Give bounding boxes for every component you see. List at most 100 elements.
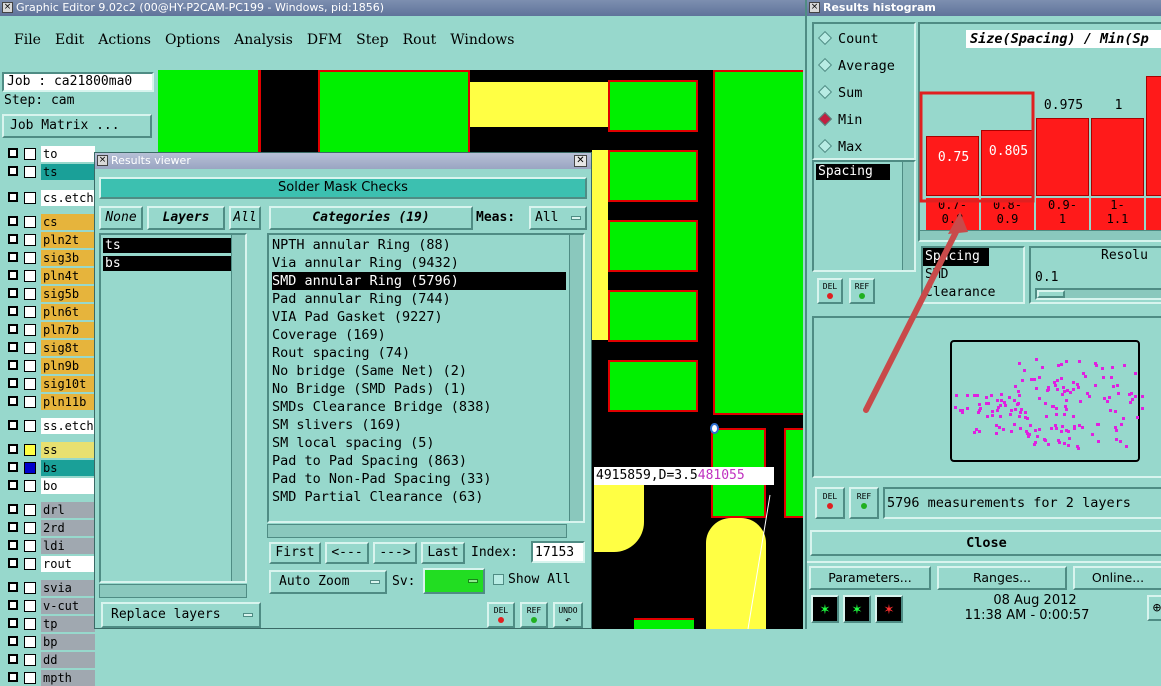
category-item[interactable]: No Bridge (SMD Pads) (1) xyxy=(272,380,467,398)
layer-name[interactable]: sig8t xyxy=(41,340,95,356)
option-sum[interactable]: Sum xyxy=(817,84,862,102)
layer-name[interactable]: sig3b xyxy=(41,250,95,266)
layer-name[interactable]: bs xyxy=(41,460,95,476)
layer-color-swatch[interactable] xyxy=(24,360,36,372)
layer-checkbox[interactable] xyxy=(8,148,18,158)
vertical-scrollbar[interactable] xyxy=(569,235,583,521)
run-all-icon[interactable]: ✶ xyxy=(843,595,871,623)
layer-checkbox[interactable] xyxy=(8,672,18,682)
resolution-slider[interactable] xyxy=(1035,288,1161,300)
layer-color-swatch[interactable] xyxy=(24,444,36,456)
category-item[interactable]: Via annular Ring (9432) xyxy=(272,254,459,272)
layer-color-swatch[interactable] xyxy=(24,216,36,228)
layer-name[interactable]: svia xyxy=(41,580,95,596)
layer-name[interactable]: mpth xyxy=(41,670,95,686)
layer-checkbox[interactable] xyxy=(8,636,18,646)
layer-color-swatch[interactable] xyxy=(24,672,36,684)
layer-color-swatch[interactable] xyxy=(24,654,36,666)
del-button[interactable]: DEL xyxy=(487,602,515,628)
slider-handle[interactable] xyxy=(1037,290,1065,298)
layer-checkbox[interactable] xyxy=(8,582,18,592)
layer-name[interactable]: pln2t xyxy=(41,232,95,248)
ref-button[interactable]: REF xyxy=(849,278,875,304)
layer-color-swatch[interactable] xyxy=(24,480,36,492)
category-item[interactable]: Pad to Pad Spacing (863) xyxy=(272,452,467,470)
option-min[interactable]: Min xyxy=(817,111,862,129)
layer-checkbox[interactable] xyxy=(8,166,18,176)
layer-checkbox[interactable] xyxy=(8,234,18,244)
layer-color-swatch[interactable] xyxy=(24,618,36,630)
layer-checkbox[interactable] xyxy=(8,540,18,550)
vertical-scrollbar[interactable] xyxy=(231,235,245,581)
layer-checkbox[interactable] xyxy=(8,306,18,316)
layer-name[interactable]: ss.etch xyxy=(41,418,95,434)
layer-color-swatch[interactable] xyxy=(24,288,36,300)
category-item[interactable]: SMDs Clearance Bridge (838) xyxy=(272,398,491,416)
all-button[interactable]: All xyxy=(229,206,261,230)
auto-zoom-dropdown[interactable]: Auto Zoom xyxy=(269,570,387,594)
list-item[interactable]: bs xyxy=(103,256,243,271)
layer-color-swatch[interactable] xyxy=(24,636,36,648)
layer-checkbox[interactable] xyxy=(8,522,18,532)
histogram-bar[interactable] xyxy=(1036,118,1089,196)
layer-color-swatch[interactable] xyxy=(24,378,36,390)
layer-name[interactable]: cs xyxy=(41,214,95,230)
menu-item-edit[interactable]: Edit xyxy=(55,32,84,48)
layer-color-swatch[interactable] xyxy=(24,270,36,282)
list-item[interactable]: Spacing xyxy=(923,248,989,266)
layer-color-swatch[interactable] xyxy=(24,504,36,516)
layer-checkbox[interactable] xyxy=(8,360,18,370)
zoom-in-icon[interactable]: ⊕ xyxy=(1147,595,1161,621)
layer-color-swatch[interactable] xyxy=(24,166,36,178)
ranges-button[interactable]: Ranges... xyxy=(937,566,1067,590)
layer-row[interactable]: bp xyxy=(4,634,154,650)
layer-color-swatch[interactable] xyxy=(24,148,36,160)
layer-checkbox[interactable] xyxy=(8,504,18,514)
categories-button[interactable]: Categories (19) xyxy=(269,206,473,230)
category-item[interactable]: SM slivers (169) xyxy=(272,416,402,434)
del-button[interactable]: DEL xyxy=(815,487,845,519)
layer-checkbox[interactable] xyxy=(8,618,18,628)
menu-item-windows[interactable]: Windows xyxy=(450,32,514,48)
layer-checkbox[interactable] xyxy=(8,378,18,388)
list-item[interactable]: SMD xyxy=(923,266,1023,284)
layer-name[interactable]: bp xyxy=(41,634,95,650)
layer-color-swatch[interactable] xyxy=(24,522,36,534)
layer-color-swatch[interactable] xyxy=(24,342,36,354)
next-button[interactable]: ---> xyxy=(373,542,417,564)
layer-checkbox[interactable] xyxy=(8,462,18,472)
parameters-button[interactable]: Parameters... xyxy=(809,566,931,590)
replace-layers-dropdown[interactable]: Replace layers xyxy=(101,602,261,628)
layer-name[interactable]: v-cut xyxy=(41,598,95,614)
layer-color-swatch[interactable] xyxy=(24,462,36,474)
layer-row[interactable]: dd xyxy=(4,652,154,668)
layer-name[interactable]: ss xyxy=(41,442,95,458)
horizontal-scrollbar[interactable] xyxy=(267,524,567,538)
category-item[interactable]: SM local spacing (5) xyxy=(272,434,435,452)
layer-name[interactable]: ts xyxy=(41,164,95,180)
vertical-scrollbar[interactable] xyxy=(902,162,914,270)
layer-name[interactable]: cs.etch xyxy=(41,190,95,206)
menu-item-analysis[interactable]: Analysis xyxy=(234,32,293,48)
layer-color-swatch[interactable] xyxy=(24,252,36,264)
layer-color-swatch[interactable] xyxy=(24,192,36,204)
radio-icon[interactable] xyxy=(817,138,833,154)
list-item[interactable]: ts xyxy=(103,238,243,253)
layer-name[interactable]: rout xyxy=(41,556,95,572)
window-close-icon[interactable]: × xyxy=(809,2,820,13)
menu-item-step[interactable]: Step xyxy=(356,32,388,48)
list-item[interactable]: Spacing xyxy=(816,164,890,180)
layer-name[interactable]: sig5b xyxy=(41,286,95,302)
layer-color-swatch[interactable] xyxy=(24,540,36,552)
category-item[interactable]: No bridge (Same Net) (2) xyxy=(272,362,467,380)
radio-icon[interactable] xyxy=(817,30,833,46)
layer-name[interactable]: dd xyxy=(41,652,95,668)
layer-checkbox[interactable] xyxy=(8,324,18,334)
layer-checkbox[interactable] xyxy=(8,396,18,406)
layer-color-swatch[interactable] xyxy=(24,396,36,408)
layer-checkbox[interactable] xyxy=(8,192,18,202)
run-icon[interactable]: ✶ xyxy=(811,595,839,623)
layer-color-swatch[interactable] xyxy=(24,582,36,594)
layer-checkbox[interactable] xyxy=(8,654,18,664)
layer-checkbox[interactable] xyxy=(8,216,18,226)
